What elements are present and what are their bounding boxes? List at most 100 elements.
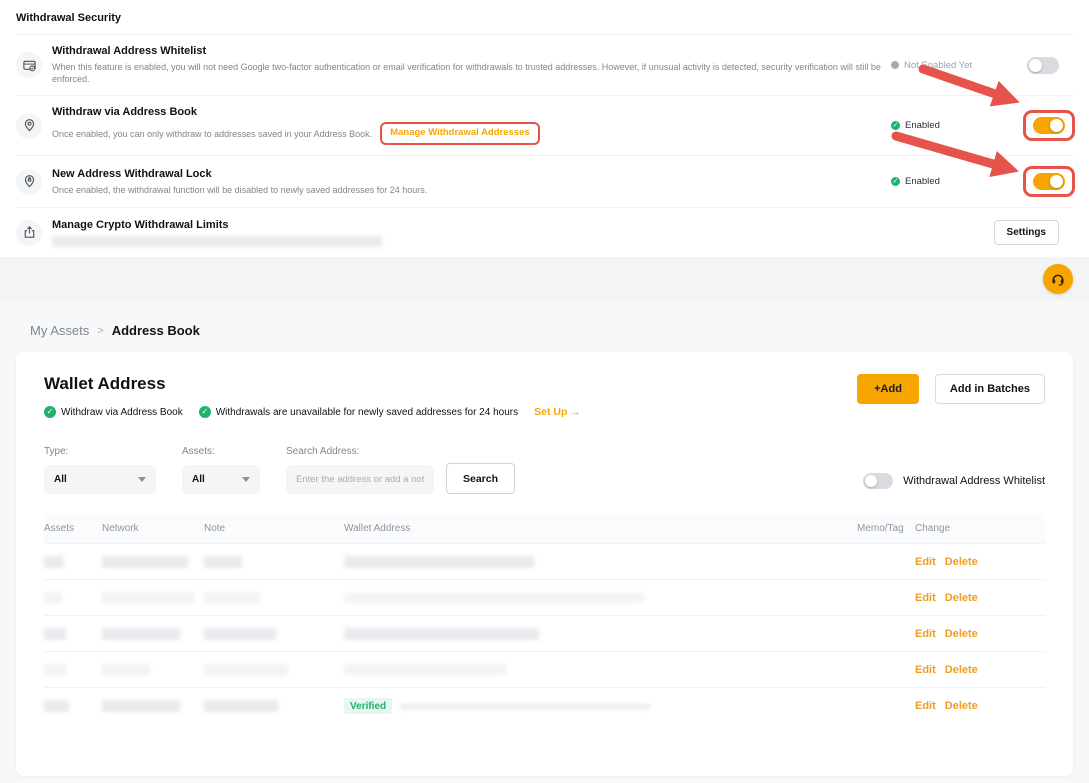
redacted-wallet-address <box>344 593 644 603</box>
breadcrumb-address-book: Address Book <box>112 323 200 338</box>
toggle-knob <box>1050 175 1063 188</box>
whitelist-filter-toggle[interactable] <box>863 473 893 489</box>
redacted-note <box>204 664 288 676</box>
redacted-note <box>204 556 242 568</box>
edit-link[interactable]: Edit <box>915 556 936 568</box>
redacted-asset <box>44 556 64 568</box>
chevron-down-icon <box>138 477 146 482</box>
breadcrumb: My Assets > Address Book <box>30 323 1073 338</box>
status-enabled: ✓ Enabled <box>891 120 1003 131</box>
redacted-wallet-address <box>400 704 650 709</box>
add-in-batches-button[interactable]: Add in Batches <box>935 374 1045 404</box>
redacted-asset <box>44 700 69 712</box>
row-manage-crypto-withdrawal-limits: Manage Crypto Withdrawal Limits Settings <box>16 207 1073 257</box>
redacted-network <box>102 592 194 604</box>
redacted-note <box>204 700 278 712</box>
table-row: Verified Edit Delete <box>44 580 1045 616</box>
row-title: Manage Crypto Withdrawal Limits <box>52 219 994 231</box>
status-dot-icon <box>891 61 899 69</box>
new-address-lock-toggle[interactable] <box>1033 173 1065 190</box>
col-assets: Assets <box>44 523 102 534</box>
assets-label: Assets: <box>182 446 260 457</box>
check-circle-icon: ✓ <box>891 177 900 186</box>
breadcrumb-my-assets[interactable]: My Assets <box>30 323 89 338</box>
address-table: Assets Network Note Wallet Address Memo/… <box>44 514 1045 724</box>
search-address-input[interactable] <box>286 465 434 494</box>
redacted-network <box>102 556 188 568</box>
redacted-note <box>204 628 276 640</box>
add-button[interactable]: +Add <box>857 374 919 404</box>
redacted-wallet-address <box>344 556 534 568</box>
redacted-asset <box>44 628 66 640</box>
redacted-limit-info <box>52 236 382 247</box>
wallet-address-card: Wallet Address ✓ Withdraw via Address Bo… <box>16 352 1073 776</box>
row-description: Once enabled, the withdrawal function wi… <box>52 184 891 196</box>
search-address-label: Search Address: <box>286 446 434 457</box>
redacted-wallet-address <box>344 664 506 675</box>
manage-withdrawal-addresses-link[interactable]: Manage Withdrawal Addresses <box>380 122 539 145</box>
col-memo-tag: Memo/Tag <box>857 523 915 534</box>
status-not-enabled: Not Enabled Yet <box>891 60 1003 71</box>
row-title: Withdraw via Address Book <box>52 106 891 118</box>
redacted-wallet-address <box>344 628 539 640</box>
withdrawal-limit-icon <box>16 220 42 246</box>
edit-link[interactable]: Edit <box>915 628 936 640</box>
redacted-asset <box>44 592 62 604</box>
badge-new-address-lock: ✓ Withdrawals are unavailable for newly … <box>199 406 518 418</box>
card-title: Wallet Address <box>44 374 581 394</box>
withdrawal-security-section: Withdrawal Security Withdrawal Address W… <box>0 0 1089 257</box>
delete-link[interactable]: Delete <box>945 556 978 568</box>
redacted-network <box>102 700 180 712</box>
highlight-box <box>1023 166 1075 197</box>
breadcrumb-separator: > <box>97 325 103 337</box>
settings-button[interactable]: Settings <box>994 220 1059 245</box>
col-change: Change <box>915 523 1045 534</box>
page: Withdrawal Security Withdrawal Address W… <box>0 0 1089 783</box>
edit-link[interactable]: Edit <box>915 664 936 676</box>
row-description: When this feature is enabled, you will n… <box>52 61 891 85</box>
table-row: Verified Edit Delete <box>44 616 1045 652</box>
redacted-asset <box>44 664 66 676</box>
redacted-network <box>102 628 180 640</box>
address-book-pin-icon <box>16 113 42 139</box>
search-button[interactable]: Search <box>446 463 515 494</box>
col-network: Network <box>102 523 204 534</box>
toggle-knob <box>865 475 877 487</box>
delete-link[interactable]: Delete <box>945 664 978 676</box>
toggle-knob <box>1050 119 1063 132</box>
edit-link[interactable]: Edit <box>915 592 936 604</box>
delete-link[interactable]: Delete <box>945 700 978 712</box>
type-dropdown[interactable]: All <box>44 465 156 494</box>
edit-link[interactable]: Edit <box>915 700 936 712</box>
headset-icon <box>1050 271 1066 287</box>
check-circle-icon: ✓ <box>199 406 211 418</box>
whitelist-toggle[interactable] <box>1027 57 1059 74</box>
assets-dropdown[interactable]: All <box>182 465 260 494</box>
support-button[interactable] <box>1043 264 1073 294</box>
address-book-toggle[interactable] <box>1033 117 1065 134</box>
table-row: Verified Edit Delete <box>44 544 1045 580</box>
row-title: New Address Withdrawal Lock <box>52 168 891 180</box>
col-wallet-address: Wallet Address <box>344 523 857 534</box>
table-row: Verified Edit Delete <box>44 652 1045 688</box>
whitelist-toggle-label: Withdrawal Address Whitelist <box>903 475 1045 487</box>
set-up-link[interactable]: Set Up → <box>534 406 581 418</box>
type-label: Type: <box>44 446 156 457</box>
redacted-network <box>102 664 150 676</box>
delete-link[interactable]: Delete <box>945 628 978 640</box>
row-description: Once enabled, you can only withdraw to a… <box>52 128 372 140</box>
address-lock-pin-icon <box>16 169 42 195</box>
whitelist-card-icon <box>16 52 42 78</box>
chevron-down-icon <box>242 477 250 482</box>
section-title: Withdrawal Security <box>16 0 1073 34</box>
row-withdraw-via-address-book: Withdraw via Address Book Once enabled, … <box>16 95 1073 155</box>
table-row: Verified Edit Delete <box>44 688 1045 724</box>
status-enabled: ✓ Enabled <box>891 176 1003 187</box>
table-header-row: Assets Network Note Wallet Address Memo/… <box>44 514 1045 544</box>
delete-link[interactable]: Delete <box>945 592 978 604</box>
highlight-box <box>1023 110 1075 141</box>
verified-badge: Verified <box>344 698 392 714</box>
section-divider-band <box>0 257 1089 301</box>
filter-bar: Type: All Assets: All Search Address: <box>44 446 1045 494</box>
col-note: Note <box>204 523 344 534</box>
